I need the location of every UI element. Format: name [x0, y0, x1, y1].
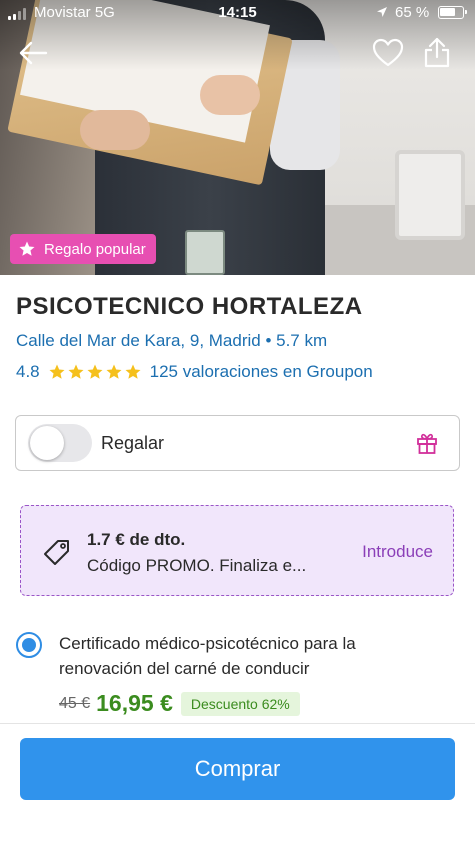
deal-address-link[interactable]: Calle del Mar de Kara, 9, Madrid • 5.7 k…	[16, 331, 327, 351]
star-icon	[125, 364, 141, 379]
original-price: 45 €	[59, 694, 91, 712]
promo-code-box[interactable]: 1.7 € de dto. Código PROMO. Finaliza e..…	[20, 505, 454, 596]
reviews-link[interactable]: 125 valoraciones en Groupon	[150, 362, 373, 382]
star-icon	[49, 364, 65, 379]
star-icon	[87, 364, 103, 379]
star-icon	[19, 241, 35, 256]
promo-description: Código PROMO. Finaliza e...	[87, 556, 307, 575]
divider	[0, 723, 475, 724]
hero-hand-left	[80, 110, 150, 150]
gift-label: Regalar	[101, 433, 165, 453]
rating-value: 4.8	[16, 362, 40, 381]
star-icon	[68, 364, 84, 379]
option-title: Certificado médico-psicotécnico para la …	[59, 634, 356, 678]
hero-id-badge	[185, 230, 225, 275]
share-icon[interactable]	[422, 36, 452, 68]
deal-title: PSICOTECNICO HORTALEZA	[16, 293, 363, 320]
rating-row[interactable]: 4.8 125 valoraciones en Groupon	[16, 362, 373, 382]
toggle-knob	[30, 426, 64, 460]
hero-hand	[200, 75, 260, 115]
rating-stars	[48, 363, 143, 381]
location-arrow-icon	[377, 7, 387, 17]
gift-toggle-switch[interactable]	[28, 424, 92, 462]
back-arrow-icon[interactable]	[18, 38, 48, 68]
heart-icon[interactable]	[372, 38, 404, 68]
price-row: 45 € 16,95 € Descuento 62%	[59, 690, 300, 717]
hero-bg-chair	[395, 150, 465, 240]
tag-icon	[44, 540, 69, 565]
sale-price: 16,95 €	[96, 690, 173, 716]
buy-button[interactable]: Comprar	[20, 738, 455, 800]
promo-enter-button[interactable]: Introduce	[362, 542, 433, 562]
promo-amount: 1.7 € de dto.	[87, 530, 186, 549]
gift-icon	[417, 433, 437, 454]
popular-gift-badge: Regalo popular	[10, 234, 156, 264]
star-icon	[106, 364, 122, 379]
popular-badge-label: Regalo popular	[44, 240, 146, 258]
status-bar: Movistar 5G 14:15 65 %	[0, 0, 475, 26]
discount-badge: Descuento 62%	[180, 691, 300, 716]
battery-icon	[438, 6, 467, 19]
gift-toggle-row[interactable]: Regalar	[15, 415, 460, 471]
option-radio[interactable]	[16, 632, 42, 658]
battery-percent: 65 %	[395, 4, 430, 21]
